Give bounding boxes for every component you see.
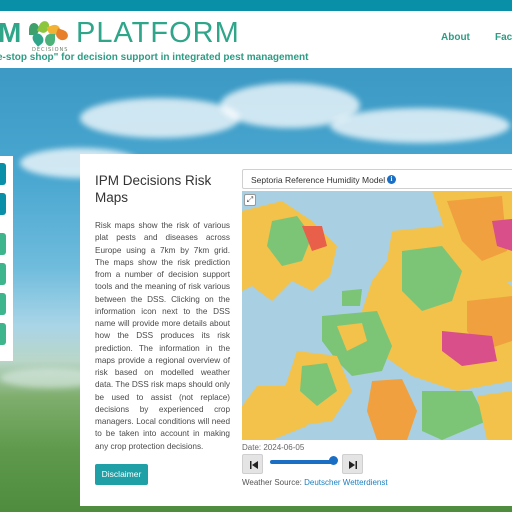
logo-leaves-icon xyxy=(27,19,73,47)
sidebar-button-4[interactable] xyxy=(0,263,6,285)
date-slider-handle[interactable] xyxy=(329,456,338,465)
logo-text-right: PLATFORM xyxy=(76,17,240,49)
disclaimer-button[interactable]: Disclaimer xyxy=(95,464,148,485)
europe-risk-map xyxy=(242,191,512,440)
skip-back-icon xyxy=(250,461,258,469)
date-label: Date: 2024-06-05 xyxy=(242,443,305,452)
top-bar xyxy=(0,0,512,11)
weather-source: Weather Source: Deutscher Wetterdienst xyxy=(242,478,388,487)
sidebar-button-3[interactable] xyxy=(0,233,6,255)
weather-source-label: Weather Source: xyxy=(242,478,302,487)
info-icon[interactable]: i xyxy=(387,175,396,184)
next-button[interactable] xyxy=(342,454,363,474)
nav-about[interactable]: About xyxy=(441,32,470,43)
sidebar-button-2[interactable] xyxy=(0,193,6,215)
skip-forward-icon xyxy=(349,461,357,469)
sidebar-button-6[interactable] xyxy=(0,323,6,345)
model-name: Septoria Reference Humidity Model xyxy=(251,175,386,185)
sidebar-button-1[interactable] xyxy=(0,163,6,185)
sidebar-button-5[interactable] xyxy=(0,293,6,315)
weather-source-link[interactable]: Deutscher Wetterdienst xyxy=(304,478,387,487)
date-slider-track[interactable] xyxy=(270,460,334,464)
nav-facts[interactable]: Facts xyxy=(495,32,512,43)
tagline: e-stop shop" for decision support in int… xyxy=(0,52,309,63)
description-text: Risk maps show the risk of various plat … xyxy=(95,221,230,451)
prev-button[interactable] xyxy=(242,454,263,474)
expand-icon[interactable]: ⤢ xyxy=(244,194,256,206)
risk-map[interactable] xyxy=(242,191,512,440)
logo-text-left: M xyxy=(0,17,23,48)
page-title: IPM Decisions Risk Maps xyxy=(95,173,212,205)
site-header: M DECISIONS PLATFORM e-stop shop" for de… xyxy=(0,11,512,68)
